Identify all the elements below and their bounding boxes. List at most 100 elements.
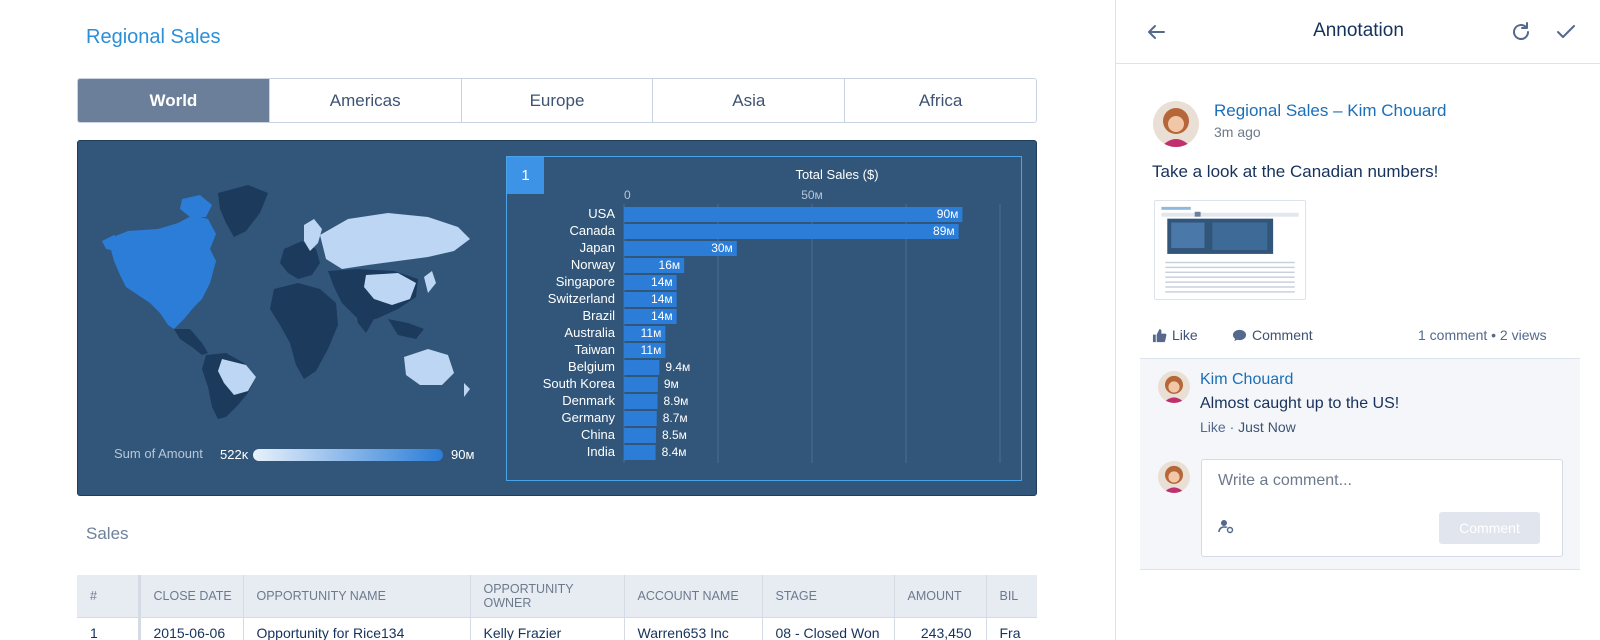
region-tabs: World Americas Europe Asia Africa (77, 78, 1037, 123)
comment-text: Almost caught up to the US! (1200, 395, 1400, 412)
bar[interactable] (624, 411, 657, 426)
bar[interactable] (624, 207, 963, 222)
refresh-icon[interactable] (1509, 20, 1533, 44)
category-label: USA (588, 206, 615, 221)
column-header[interactable]: ACCOUNT NAME (623, 575, 762, 617)
comment-button[interactable]: Comment (1232, 327, 1313, 343)
bar[interactable] (624, 224, 959, 239)
meta-separator: · (1229, 419, 1235, 435)
legend-min: 522ĸ (220, 447, 249, 462)
bar-chart: 0 50м USA 90м Canada 89м Japan 30м Norway 16м Sing… (543, 188, 1001, 463)
tab-americas[interactable]: Americas (268, 79, 461, 122)
map-region-central-america[interactable] (174, 329, 208, 355)
table-cell: Fra (985, 616, 1037, 640)
avatar[interactable] (1158, 461, 1190, 493)
category-label: China (581, 427, 616, 442)
table-cell: 1 (77, 616, 141, 640)
category-label: Canada (569, 223, 615, 238)
data-label: 16м (659, 258, 681, 272)
like-button[interactable]: Like (1152, 327, 1198, 343)
legend-title: Sum of Amount (114, 446, 203, 461)
avatar[interactable] (1153, 101, 1199, 147)
bar[interactable] (624, 360, 660, 375)
column-header[interactable]: CLOSE DATE (138, 575, 243, 617)
category-label: Belgium (568, 359, 615, 374)
post-timestamp: 3m ago (1214, 124, 1261, 140)
data-label: 11м (641, 326, 662, 340)
map-region-greenland[interactable] (218, 185, 268, 237)
column-header[interactable]: BIL (985, 575, 1037, 617)
panel-header: Annotation (1116, 0, 1600, 64)
map-region-africa[interactable] (270, 283, 338, 379)
data-label: 90м (937, 207, 959, 221)
tab-asia[interactable]: Asia (652, 79, 845, 122)
map-region-new-zealand[interactable] (464, 383, 470, 397)
data-label: 14м (651, 275, 673, 289)
post-author-link[interactable]: Regional Sales – Kim Chouard (1214, 101, 1446, 121)
data-label: 14м (651, 309, 673, 323)
category-label: Norway (571, 257, 616, 272)
comment-timestamp: Just Now (1238, 419, 1296, 435)
table-header-row: # CLOSE DATE OPPORTUNITY NAME OPPORTUNIT… (77, 575, 1037, 617)
comment-meta: Like · Just Now (1200, 419, 1296, 435)
bar[interactable] (624, 428, 656, 443)
bar[interactable] (624, 377, 658, 392)
category-label: Japan (580, 240, 615, 255)
table-row[interactable]: 1 2015-06-06 Opportunity for Rice134 Kel… (77, 616, 1037, 640)
tab-europe[interactable]: Europe (460, 79, 653, 122)
comment-composer: Comment (1201, 459, 1563, 557)
axis-tick-label: 50м (801, 188, 823, 202)
comment-like-link[interactable]: Like (1200, 419, 1226, 435)
bar[interactable] (624, 394, 658, 409)
tab-africa[interactable]: Africa (844, 79, 1036, 122)
table-cell: Kelly Frazier (469, 616, 624, 640)
data-label: 9м (664, 377, 679, 391)
column-header[interactable]: OPPORTUNITY NAME (242, 575, 470, 617)
category-label: Switzerland (548, 291, 615, 306)
category-label: Singapore (556, 274, 615, 289)
map-region-se-asia[interactable] (388, 319, 424, 339)
data-label: 8.5м (662, 428, 687, 442)
mention-user-icon[interactable] (1218, 518, 1234, 534)
comment-author-link[interactable]: Kim Chouard (1200, 371, 1293, 389)
map-region-russia[interactable] (320, 213, 470, 269)
category-label: Denmark (562, 393, 615, 408)
table-cell: Opportunity for Rice134 (242, 616, 470, 640)
comment-label: Comment (1252, 327, 1313, 343)
map-legend: Sum of Amount 522ĸ 90м (114, 445, 484, 465)
tab-world[interactable]: World (78, 79, 269, 122)
post-body: Take a look at the Canadian numbers! (1152, 162, 1439, 181)
column-header[interactable]: # (77, 575, 141, 617)
table-cell: 243,450 (893, 616, 986, 640)
post-actions: Like Comment 1 comment • 2 views (1152, 327, 1572, 349)
data-label: 14м (651, 292, 673, 306)
map-region-usa-canada[interactable] (108, 215, 216, 329)
bar[interactable] (624, 445, 656, 460)
column-header[interactable]: STAGE (761, 575, 894, 617)
map-region-japan[interactable] (424, 271, 436, 293)
axis-tick-label: 0 (624, 188, 631, 202)
table-cell: 08 - Closed Won (761, 616, 894, 640)
map-region-india[interactable] (354, 303, 374, 333)
column-header[interactable]: AMOUNT (893, 575, 986, 617)
avatar[interactable] (1158, 371, 1190, 403)
world-map[interactable] (98, 179, 478, 419)
data-label: 8.9м (663, 394, 688, 408)
visualization-panel: Sum of Amount 522ĸ 90м 1 Total Sales ($)… (77, 140, 1037, 496)
table-cell: Warren653 Inc (623, 616, 762, 640)
check-icon[interactable] (1554, 20, 1578, 44)
data-label: 30м (711, 241, 733, 255)
data-label: 8.7м (663, 411, 688, 425)
map-region-canada-arctic[interactable] (180, 195, 212, 217)
speech-bubble-icon (1232, 329, 1247, 341)
comment-input[interactable] (1218, 470, 1548, 492)
data-label: 9.4м (665, 360, 690, 374)
category-label: Taiwan (575, 342, 615, 357)
annotation-panel: Annotation Regional Sales – Kim Chouard … (1115, 0, 1600, 640)
table-cell: 2015-06-06 (138, 616, 243, 640)
data-label: 8.4м (662, 445, 687, 459)
comment-submit-button[interactable]: Comment (1439, 512, 1540, 544)
map-region-australia[interactable] (404, 349, 454, 385)
column-header[interactable]: OPPORTUNITY OWNER (469, 575, 624, 617)
dashboard-snapshot-thumbnail[interactable] (1154, 200, 1306, 300)
